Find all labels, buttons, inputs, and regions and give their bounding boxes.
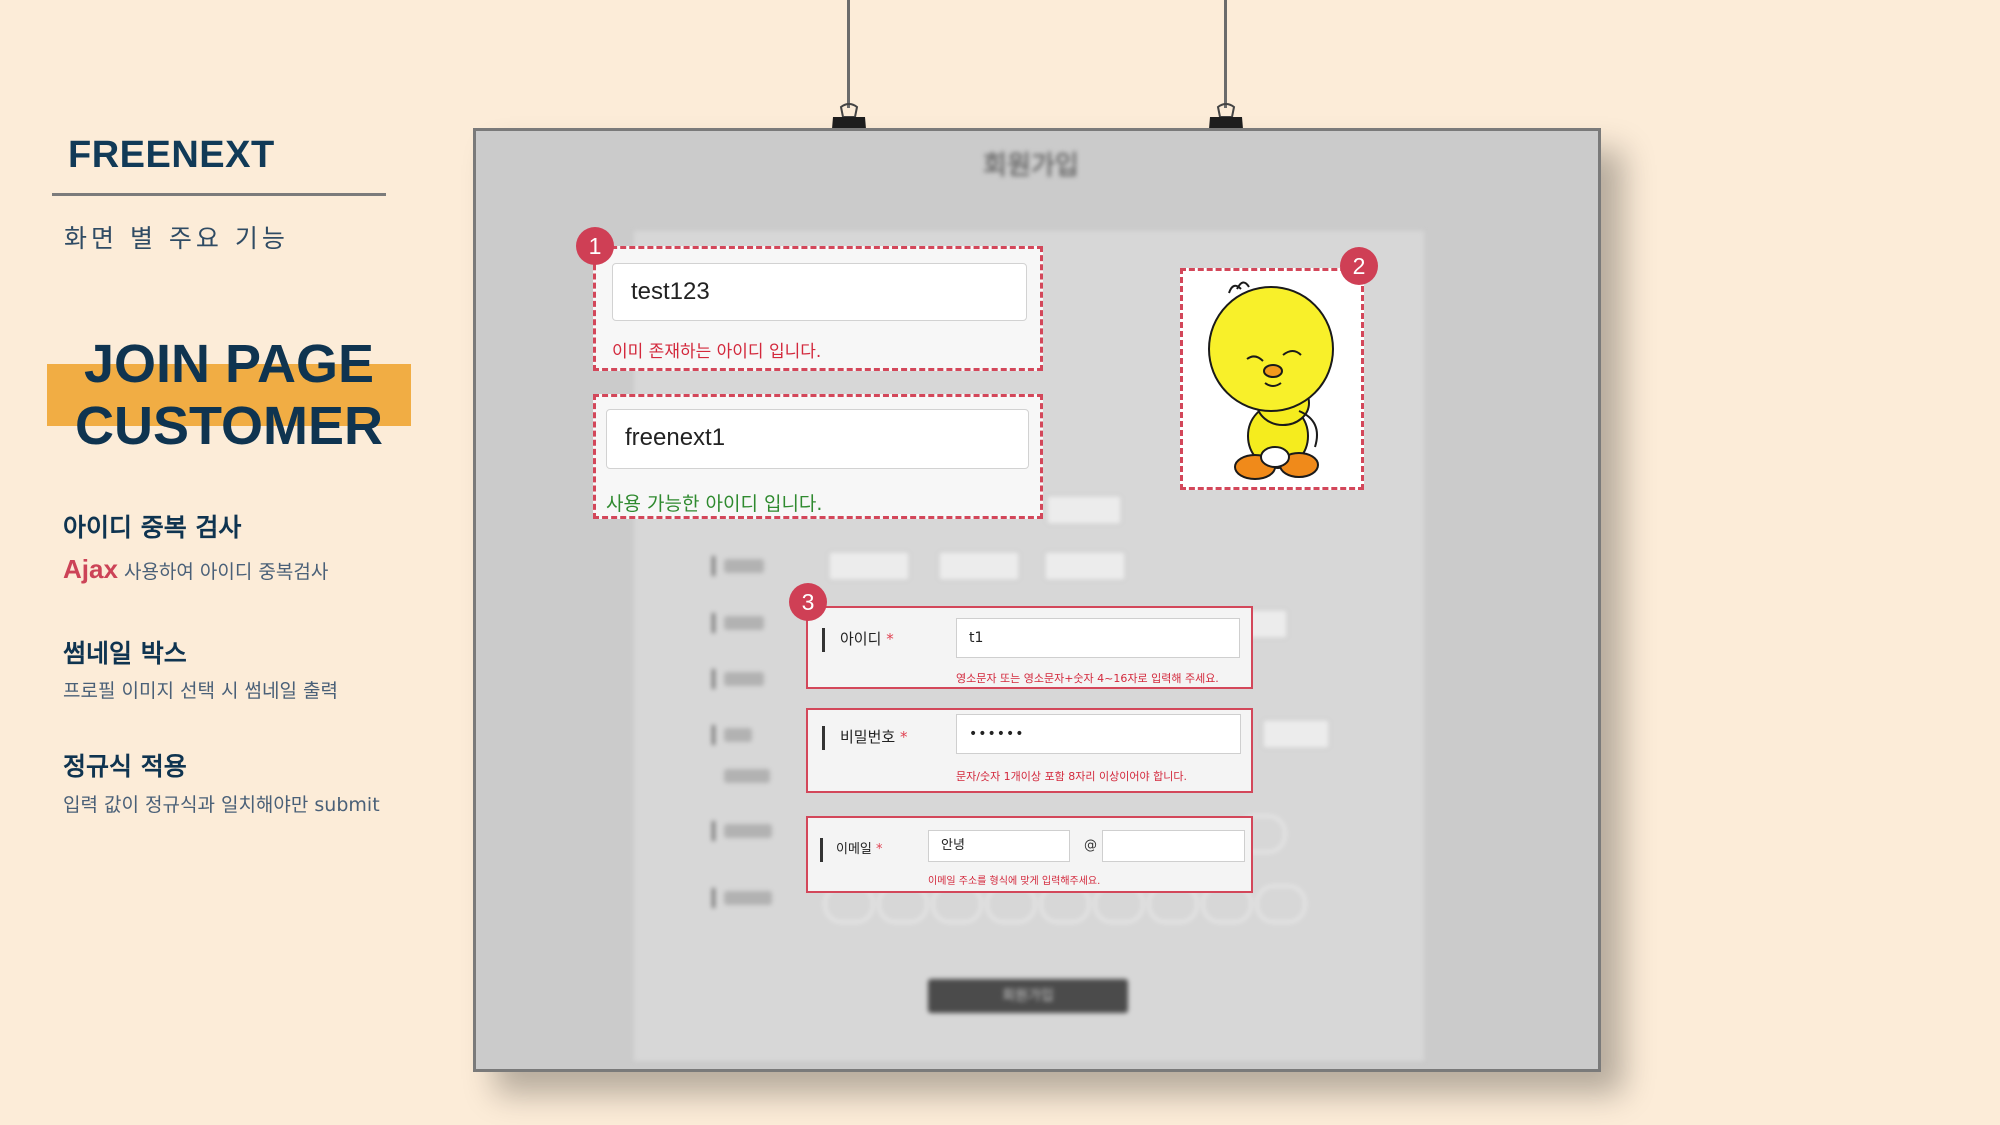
field-bar <box>822 628 825 652</box>
ghost-label <box>724 769 770 783</box>
feature-desc-regex: 입력 값이 정규식과 일치해야만 submit <box>63 794 380 816</box>
ghost-label <box>724 824 772 838</box>
ghost-input <box>938 551 1020 581</box>
required-mark: * <box>886 630 894 648</box>
step-badge-1: 1 <box>576 227 614 265</box>
id-regex-hint: 영소문자 또는 영소문자+숫자 4~16자로 입력해 주세요. <box>956 672 1219 685</box>
section-subtitle: 화면 별 주요 기능 <box>64 224 289 253</box>
feature-heading-id-check: 아이디 중복 검사 <box>63 513 242 542</box>
ghost-input <box>1046 495 1122 525</box>
ghost-label <box>724 728 752 742</box>
ghost-label <box>724 891 772 905</box>
ghost-label <box>724 672 764 686</box>
email-local-input[interactable]: 안녕 <box>928 830 1070 862</box>
ghost-field-bar <box>712 725 715 745</box>
feature-heading-regex: 정규식 적용 <box>63 752 187 781</box>
brand-divider <box>52 193 386 196</box>
page-title-line1: JOIN PAGE <box>83 334 375 394</box>
thumbnail-box <box>1180 268 1364 490</box>
id-field-label: 아이디 * <box>840 628 894 649</box>
hanging-wire-right <box>1224 0 1227 108</box>
ghost-input <box>1044 551 1126 581</box>
password-regex-hint: 문자/숫자 1개이상 포함 8자리 이상이어야 합니다. <box>956 770 1187 783</box>
id-input-duplicate[interactable]: test123 <box>612 263 1027 321</box>
email-domain-input[interactable] <box>1102 830 1245 862</box>
email-field-label: 이메일 * <box>836 838 883 857</box>
signup-screenshot-poster: 회원가입 회원가입 test123 이미 존재하는 아이디 입니다. freen… <box>473 128 1601 1072</box>
id-input-available[interactable]: freenext1 <box>606 409 1029 469</box>
ghost-field-bar <box>712 613 715 633</box>
email-validation-box: 이메일 * 안녕 @ 이메일 주소를 형식에 맞게 입력해주세요. <box>806 816 1253 893</box>
ghost-input <box>828 551 910 581</box>
required-mark: * <box>899 728 908 746</box>
email-at-sign: @ <box>1084 838 1097 853</box>
ghost-field-bar <box>712 888 715 908</box>
dup-check-fail-box: test123 이미 존재하는 아이디 입니다. <box>593 246 1043 371</box>
feature-desc-id-check: Ajax 사용하여 아이디 중복검사 <box>63 554 328 585</box>
password-field-label: 비밀번호 * <box>840 726 907 747</box>
yellow-bird-thumbnail-icon <box>1208 281 1334 480</box>
email-regex-hint: 이메일 주소를 형식에 맞게 입력해주세요. <box>928 876 1101 887</box>
feature-heading-thumbnail: 썸네일 박스 <box>63 639 187 668</box>
field-bar <box>822 726 825 750</box>
dup-check-ok-box: freenext1 사용 가능한 아이디 입니다. <box>593 394 1043 519</box>
step-badge-3: 3 <box>789 583 827 621</box>
password-input[interactable]: •••••• <box>956 714 1241 754</box>
submit-button[interactable]: 회원가입 <box>928 979 1128 1013</box>
id-validation-box: 아이디 * t1 영소문자 또는 영소문자+숫자 4~16자로 입력해 주세요. <box>806 606 1253 689</box>
ajax-keyword: Ajax <box>63 554 118 584</box>
hanging-wire-left <box>847 0 850 108</box>
field-bar <box>820 838 823 862</box>
ghost-pill <box>1256 885 1306 923</box>
password-validation-box: 비밀번호 * •••••• 문자/숫자 1개이상 포함 8자리 이상이어야 합니… <box>806 708 1253 793</box>
submit-button-label: 회원가입 <box>1002 988 1054 1004</box>
brand-logo-text: FREENEXT <box>68 134 275 176</box>
dup-success-message: 사용 가능한 아이디 입니다. <box>606 493 823 515</box>
ghost-button <box>1262 719 1330 749</box>
ghost-field-bar <box>712 556 715 576</box>
id-input[interactable]: t1 <box>956 618 1240 658</box>
password-label-text: 비밀번호 <box>840 728 896 746</box>
ghost-label <box>724 616 764 630</box>
feature-desc-id-check-text: 사용하여 아이디 중복검사 <box>117 561 329 583</box>
step-badge-2: 2 <box>1340 247 1378 285</box>
feature-desc-thumbnail: 프로필 이미지 선택 시 썸네일 출력 <box>63 680 338 702</box>
ghost-label <box>724 559 764 573</box>
id-label-text: 아이디 <box>840 630 882 648</box>
dup-error-message: 이미 존재하는 아이디 입니다. <box>612 342 822 362</box>
page-title-line2: CUSTOMER <box>74 396 384 456</box>
email-label-text: 이메일 <box>836 842 872 857</box>
form-title: 회원가입 <box>983 151 1079 181</box>
required-mark: * <box>876 842 883 857</box>
ghost-field-bar <box>712 669 715 689</box>
ghost-field-bar <box>712 821 715 841</box>
